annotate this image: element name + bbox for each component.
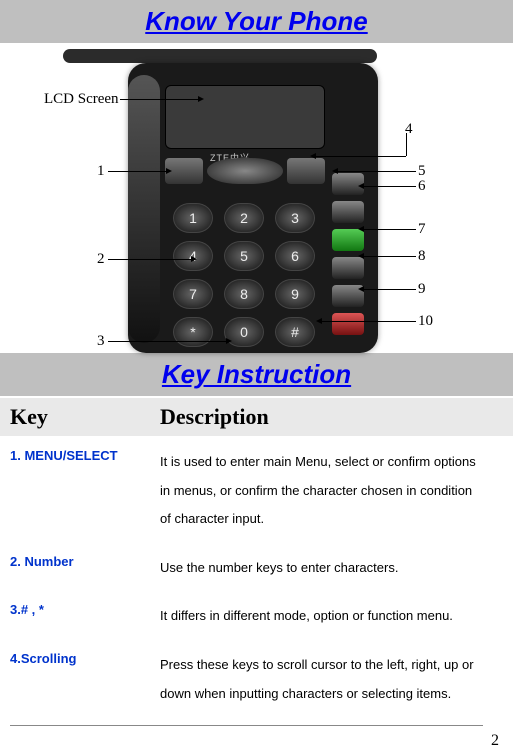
arrow-4 [310, 153, 316, 159]
callout-line-5 [336, 171, 416, 172]
callout-8: 8 [418, 248, 426, 265]
callout-line-10 [320, 321, 416, 322]
callout-7: 7 [418, 221, 426, 238]
callout-line-6 [362, 186, 416, 187]
key-2: 2 [224, 203, 264, 233]
key-desc: Use the number keys to enter characters. [160, 554, 503, 583]
side-key-b [332, 201, 364, 223]
arrow-9 [358, 286, 364, 292]
key-9: 9 [275, 279, 315, 309]
key-label: 2. Number [10, 554, 160, 583]
footer-rule [10, 725, 483, 726]
arrow-8 [358, 253, 364, 259]
key-5: 5 [224, 241, 264, 271]
callout-line-9 [362, 289, 416, 290]
table-row: 1. MENU/SELECT It is used to enter main … [0, 436, 513, 542]
section-header-key-instruction: Key Instruction [0, 353, 513, 396]
phone-top-bar [63, 49, 377, 63]
table-header-key: Key [10, 404, 160, 430]
key-7: 7 [173, 279, 213, 309]
phone-diagram: ZTE中兴 1 2 3 4 5 6 7 8 9 * 0 # LCD Screen… [0, 43, 513, 353]
key-hash: # [275, 317, 315, 347]
callout-lcd: LCD Screen [44, 91, 119, 108]
arrow-10 [316, 318, 322, 324]
callout-line-lcd [120, 99, 200, 100]
callout-line-3 [108, 341, 228, 342]
callout-3: 3 [97, 333, 105, 350]
table-header-desc: Description [160, 404, 503, 430]
callout-line-2 [108, 259, 193, 260]
table-row: 4.Scrolling Press these keys to scroll c… [0, 639, 513, 708]
softkey-row [165, 158, 325, 184]
key-label: 1. MENU/SELECT [10, 448, 160, 534]
arrow-lcd [198, 96, 204, 102]
table-header: Key Description [0, 398, 513, 436]
side-key-call [332, 229, 364, 251]
key-desc: Press these keys to scroll cursor to the… [160, 651, 503, 708]
section-header-know-your-phone: Know Your Phone [0, 0, 513, 43]
callout-line-1 [108, 171, 168, 172]
arrow-3 [226, 338, 232, 344]
key-star: * [173, 317, 213, 347]
callout-2: 2 [97, 251, 105, 268]
callout-10: 10 [418, 313, 433, 330]
keypad: 1 2 3 4 5 6 7 8 9 * 0 # [173, 203, 318, 347]
right-softkey [287, 158, 325, 184]
callout-line-4v [406, 133, 407, 156]
callout-6: 6 [418, 178, 426, 195]
arrow-6 [358, 183, 364, 189]
key-8: 8 [224, 279, 264, 309]
side-key-end [332, 313, 364, 335]
side-key-c [332, 257, 364, 279]
callout-9: 9 [418, 281, 426, 298]
key-desc: It differs in different mode, option or … [160, 602, 503, 631]
lcd-screen [165, 85, 325, 149]
arrow-5 [332, 168, 338, 174]
nav-pad [207, 158, 283, 184]
table-row: 3.# , * It differs in different mode, op… [0, 590, 513, 639]
arrow-1 [166, 168, 172, 174]
key-desc: It is used to enter main Menu, select or… [160, 448, 503, 534]
key-3: 3 [275, 203, 315, 233]
arrow-7 [358, 226, 364, 232]
key-6: 6 [275, 241, 315, 271]
callout-line-8 [362, 256, 416, 257]
table-row: 2. Number Use the number keys to enter c… [0, 542, 513, 591]
callout-line-7 [362, 229, 416, 230]
key-label: 4.Scrolling [10, 651, 160, 708]
arrow-2 [191, 256, 197, 262]
phone-handset [128, 75, 160, 343]
callout-line-4h [314, 156, 406, 157]
key-label: 3.# , * [10, 602, 160, 631]
page-number: 2 [491, 732, 499, 750]
key-1: 1 [173, 203, 213, 233]
callout-1: 1 [97, 163, 105, 180]
